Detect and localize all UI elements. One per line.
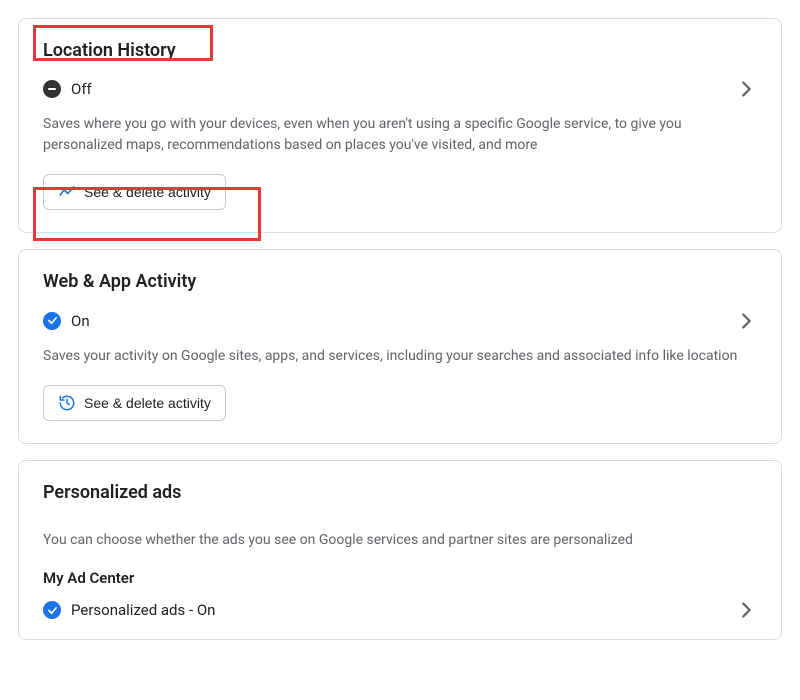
personalized-ads-card: Personalized ads You can choose whether … xyxy=(18,460,782,640)
see-delete-activity-button-web[interactable]: See & delete activity xyxy=(43,385,226,421)
personalized-ads-status-label: Personalized ads - On xyxy=(71,601,215,619)
chevron-right-icon xyxy=(735,310,757,332)
personalized-ads-description: You can choose whether the ads you see o… xyxy=(43,530,757,551)
location-history-card: Location History Off Saves where you go … xyxy=(18,18,782,233)
my-ad-center-subheading: My Ad Center xyxy=(43,569,757,587)
history-icon xyxy=(58,394,76,412)
web-app-activity-description: Saves your activity on Google sites, app… xyxy=(43,346,757,367)
chevron-right-icon xyxy=(735,78,757,100)
button-label: See & delete activity xyxy=(84,185,211,199)
chevron-right-icon xyxy=(735,599,757,621)
status-left: On xyxy=(43,312,90,330)
timeline-icon xyxy=(58,183,76,201)
button-label: See & delete activity xyxy=(84,396,211,410)
personalized-ads-title: Personalized ads xyxy=(43,481,181,504)
status-left: Off xyxy=(43,80,92,98)
web-app-activity-title: Web & App Activity xyxy=(43,270,196,293)
location-history-status-label: Off xyxy=(71,80,92,98)
see-delete-activity-button-location[interactable]: See & delete activity xyxy=(43,174,226,210)
web-app-activity-status-label: On xyxy=(71,312,90,330)
location-history-status-row[interactable]: Off xyxy=(43,78,757,100)
location-history-title: Location History xyxy=(43,39,176,62)
check-circle-icon xyxy=(43,601,61,619)
web-app-activity-card: Web & App Activity On Saves your activit… xyxy=(18,249,782,443)
location-history-description: Saves where you go with your devices, ev… xyxy=(43,114,757,156)
check-circle-icon xyxy=(43,312,61,330)
pause-icon xyxy=(43,80,61,98)
personalized-ads-status-row[interactable]: Personalized ads - On xyxy=(43,599,757,621)
status-left: Personalized ads - On xyxy=(43,601,215,619)
web-app-activity-status-row[interactable]: On xyxy=(43,310,757,332)
